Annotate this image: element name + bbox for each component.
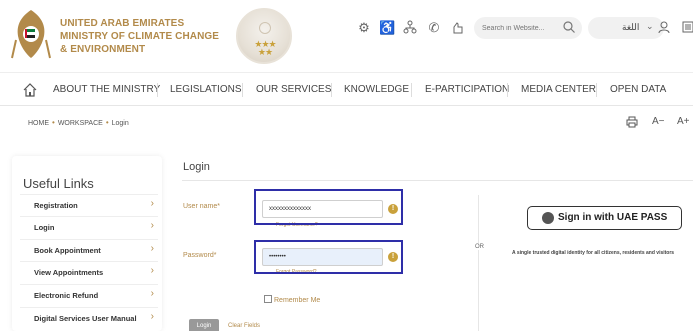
ministry-line-2: MINISTRY OF CLIMATE CHANGE	[60, 31, 220, 42]
username-highlight	[254, 189, 403, 225]
username-label: User name*	[183, 203, 220, 210]
award-emblem	[259, 22, 271, 34]
nav-divider	[242, 83, 243, 97]
award-stars: ★★★ ★★	[254, 39, 276, 57]
ministry-name[interactable]: UNITED ARAB EMIRATES MINISTRY OF CLIMATE…	[60, 17, 219, 56]
sidebar-item-label: Electronic Refund	[34, 291, 99, 300]
search-box	[474, 17, 582, 39]
nav-divider	[411, 83, 412, 97]
uae-emblem-logo	[11, 10, 51, 59]
print-icon[interactable]	[626, 116, 638, 131]
breadcrumb-separator: •	[105, 118, 109, 127]
uae-pass-subtitle: A single trusted digital identity for al…	[512, 250, 675, 256]
nav-about-the-ministry[interactable]: ABOUT THE MINISTRY	[53, 84, 160, 95]
decrease-font-button[interactable]: A−	[652, 116, 665, 127]
sidebar-item-digital-services-user-manual[interactable]: Digital Services User Manual ›	[20, 307, 158, 329]
wheelchair-icon[interactable]: ♿	[379, 20, 395, 36]
chevron-right-icon: ›	[150, 265, 154, 276]
sitemap-icon[interactable]	[402, 20, 418, 36]
sidebar-item-electronic-refund[interactable]: Electronic Refund ›	[20, 284, 158, 306]
hand-icon[interactable]	[450, 20, 466, 36]
site-header: UNITED ARAB EMIRATES MINISTRY OF CLIMATE…	[0, 0, 693, 72]
login-button[interactable]: Login	[189, 319, 219, 331]
breadcrumb: HOME • WORKSPACE • Login	[28, 118, 129, 127]
sidebar-item-login[interactable]: Login ›	[20, 216, 158, 238]
main-navigation: ABOUT THE MINISTRY LEGISLATIONS OUR SERV…	[0, 72, 693, 106]
uae-pass-button[interactable]: Sign in with UAE PASS	[527, 206, 682, 230]
chevron-right-icon: ›	[150, 243, 154, 254]
password-highlight	[254, 240, 403, 274]
ministry-line-3: & ENVIRONMENT	[60, 44, 146, 55]
useful-links-title: Useful Links	[23, 176, 94, 191]
chevron-down-icon: ⌄	[646, 21, 654, 31]
nav-media-center[interactable]: MEDIA CENTER	[521, 84, 596, 95]
nav-open-data[interactable]: OPEN DATA	[610, 84, 666, 95]
breadcrumb-separator: •	[52, 118, 55, 127]
remember-me-checkbox[interactable]: Remember Me	[264, 295, 320, 304]
chevron-right-icon: ›	[150, 220, 154, 231]
nav-divider	[157, 83, 158, 97]
award-badge: ★★★ ★★	[236, 8, 292, 64]
chevron-right-icon: ›	[150, 198, 154, 209]
login-divider	[182, 180, 693, 181]
accessibility-settings-icon[interactable]: ⚙	[356, 20, 372, 36]
nav-divider	[331, 83, 332, 97]
checkbox-box[interactable]	[264, 295, 272, 303]
sidebar-item-label: View Appointments	[34, 268, 104, 277]
chevron-right-icon: ›	[150, 311, 154, 322]
or-label: OR	[474, 244, 485, 250]
login-title: Login	[183, 161, 210, 173]
search-input[interactable]	[482, 21, 558, 35]
sidebar-item-label: Login	[34, 223, 55, 232]
clear-fields-link[interactable]: Clear Fields	[228, 323, 260, 329]
nav-divider	[507, 83, 508, 97]
nav-our-services[interactable]: OUR SERVICES	[256, 84, 331, 95]
sidebar-item-book-appointment[interactable]: Book Appointment ›	[20, 239, 158, 261]
breadcrumb-current: Login	[111, 120, 129, 127]
increase-font-button[interactable]: A+	[677, 116, 690, 127]
useful-links-panel: Useful Links Registration › Login › Book A…	[12, 156, 162, 331]
sidebar-item-label: Digital Services User Manual	[34, 314, 137, 323]
nav-e-participation[interactable]: E-PARTICIPATION	[425, 84, 509, 95]
language-selector[interactable]: اللغة ⌄	[588, 17, 664, 39]
sidebar-item-label: Registration	[34, 201, 78, 210]
nav-legislations[interactable]: LEGISLATIONS	[170, 84, 242, 95]
user-icon[interactable]	[656, 20, 672, 36]
sidebar-item-view-appointments[interactable]: View Appointments ›	[20, 261, 158, 283]
remember-me-label: Remember Me	[274, 297, 321, 304]
chevron-right-icon: ›	[150, 288, 154, 299]
ministry-line-1: UNITED ARAB EMIRATES	[60, 18, 185, 29]
breadcrumb-home[interactable]: HOME	[28, 120, 49, 127]
language-label: اللغة	[622, 22, 640, 32]
search-icon[interactable]	[562, 20, 576, 34]
nav-knowledge[interactable]: KNOWLEDGE	[344, 84, 409, 95]
breadcrumb-workspace[interactable]: WORKSPACE	[58, 120, 103, 127]
or-divider-line	[478, 195, 479, 331]
menu-icon[interactable]	[680, 20, 693, 36]
fingerprint-icon	[542, 212, 554, 224]
home-icon[interactable]	[22, 82, 38, 98]
password-label: Password*	[183, 252, 217, 259]
phone-icon[interactable]: ✆	[426, 20, 442, 36]
sidebar-item-registration[interactable]: Registration ›	[20, 194, 158, 216]
uae-pass-label: Sign in with UAE PASS	[558, 212, 668, 223]
sidebar-item-label: Book Appointment	[34, 246, 101, 255]
nav-divider	[596, 83, 597, 97]
